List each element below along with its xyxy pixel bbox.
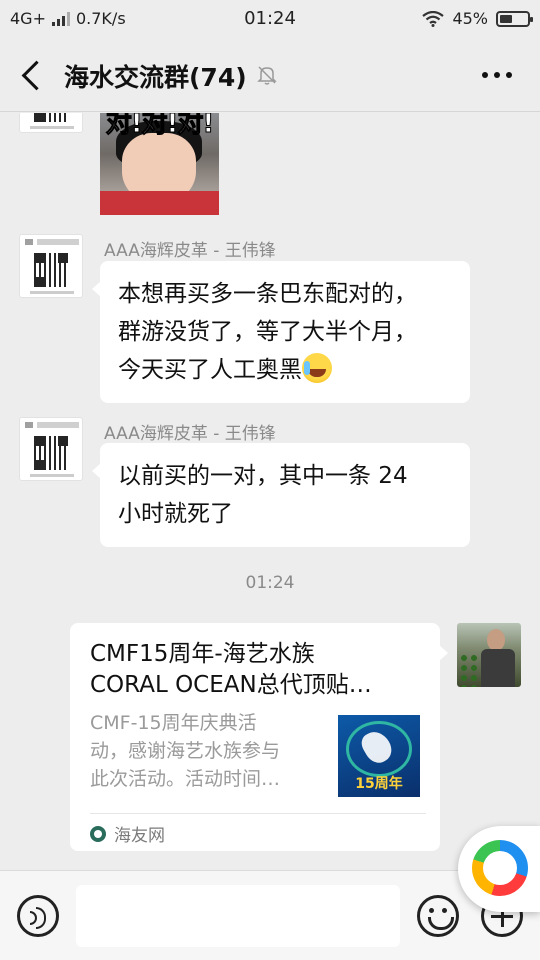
- message-line: 今天买了人工奥黑: [118, 357, 302, 383]
- card-desc-line: 动，感谢海艺水族参与: [90, 740, 281, 762]
- sticker-image[interactable]: 对!对!对!: [100, 113, 219, 215]
- avatar[interactable]: [19, 234, 83, 298]
- card-desc-line: CMF-15周年庆典活: [90, 712, 257, 734]
- status-bar: 4G+ 0.7K/s 01:24 45%: [0, 0, 540, 38]
- link-card[interactable]: CMF15周年-海艺水族 CORAL OCEAN总代顶贴… CMF-15周年庆典…: [70, 623, 448, 851]
- status-right: 45%: [422, 9, 533, 28]
- message-line: 以前买的一对，其中一条 24: [118, 463, 408, 489]
- avatar[interactable]: [19, 113, 83, 133]
- chat-title: 海水交流群(74): [64, 63, 247, 92]
- timestamp: 01:24: [245, 573, 295, 593]
- input-bar: [0, 870, 540, 960]
- card-source: 海友网: [90, 821, 165, 846]
- message-line: 小时就死了: [118, 501, 233, 527]
- sticker-caption: 对!对!对!: [105, 113, 215, 140]
- message-line: 本想再买多一条巴东配对的，: [118, 281, 417, 307]
- wifi-icon: [422, 10, 445, 27]
- card-title-line: CMF15周年-海艺水族: [90, 641, 315, 667]
- card-title: CMF15周年-海艺水族 CORAL OCEAN总代顶贴…: [90, 639, 428, 701]
- card-divider: [90, 813, 426, 814]
- card-title-line: CORAL OCEAN总代顶贴…: [90, 672, 372, 698]
- battery-fill: [500, 14, 512, 23]
- message-bubble[interactable]: 本想再买多一条巴东配对的， 群游没货了，等了大半个月， 今天买了人工奥黑: [92, 261, 470, 403]
- emoji-icon[interactable]: [417, 895, 459, 937]
- sender-name: AAA海辉皮革 - 王伟锋: [104, 424, 276, 444]
- thumbnail-text: 15周年: [355, 776, 403, 792]
- qq-browser-icon: [472, 840, 528, 896]
- floating-app-bubble[interactable]: [458, 826, 540, 912]
- voice-input-icon[interactable]: [17, 895, 59, 937]
- my-avatar[interactable]: [457, 623, 521, 687]
- battery-percent: 45%: [452, 9, 488, 28]
- message-input[interactable]: [76, 885, 400, 947]
- sender-name: AAA海辉皮革 - 王伟锋: [104, 241, 276, 261]
- card-desc-line: 此次活动。活动时间…: [90, 768, 281, 790]
- chat-header: 海水交流群(74): [0, 38, 540, 112]
- crying-emoji-icon: [302, 353, 332, 383]
- avatar[interactable]: [19, 417, 83, 481]
- back-arrow-icon[interactable]: [18, 56, 48, 94]
- mute-bell-icon: [257, 66, 277, 85]
- source-name: 海友网: [114, 826, 165, 846]
- message-list[interactable]: 对!对!对! AAA海辉皮革 - 王伟锋 本想再买多一条巴东配对的， 群游没货了…: [0, 113, 540, 870]
- message-bubble[interactable]: 以前买的一对，其中一条 24 小时就死了: [92, 443, 470, 547]
- card-thumbnail: 15周年: [338, 715, 420, 797]
- message-line: 群游没货了，等了大半个月，: [118, 319, 417, 345]
- card-description: CMF-15周年庆典活 动，感谢海艺水族参与 此次活动。活动时间…: [90, 709, 318, 793]
- more-options-icon[interactable]: [482, 72, 512, 78]
- source-logo-icon: [90, 825, 106, 842]
- battery-icon: [496, 10, 533, 27]
